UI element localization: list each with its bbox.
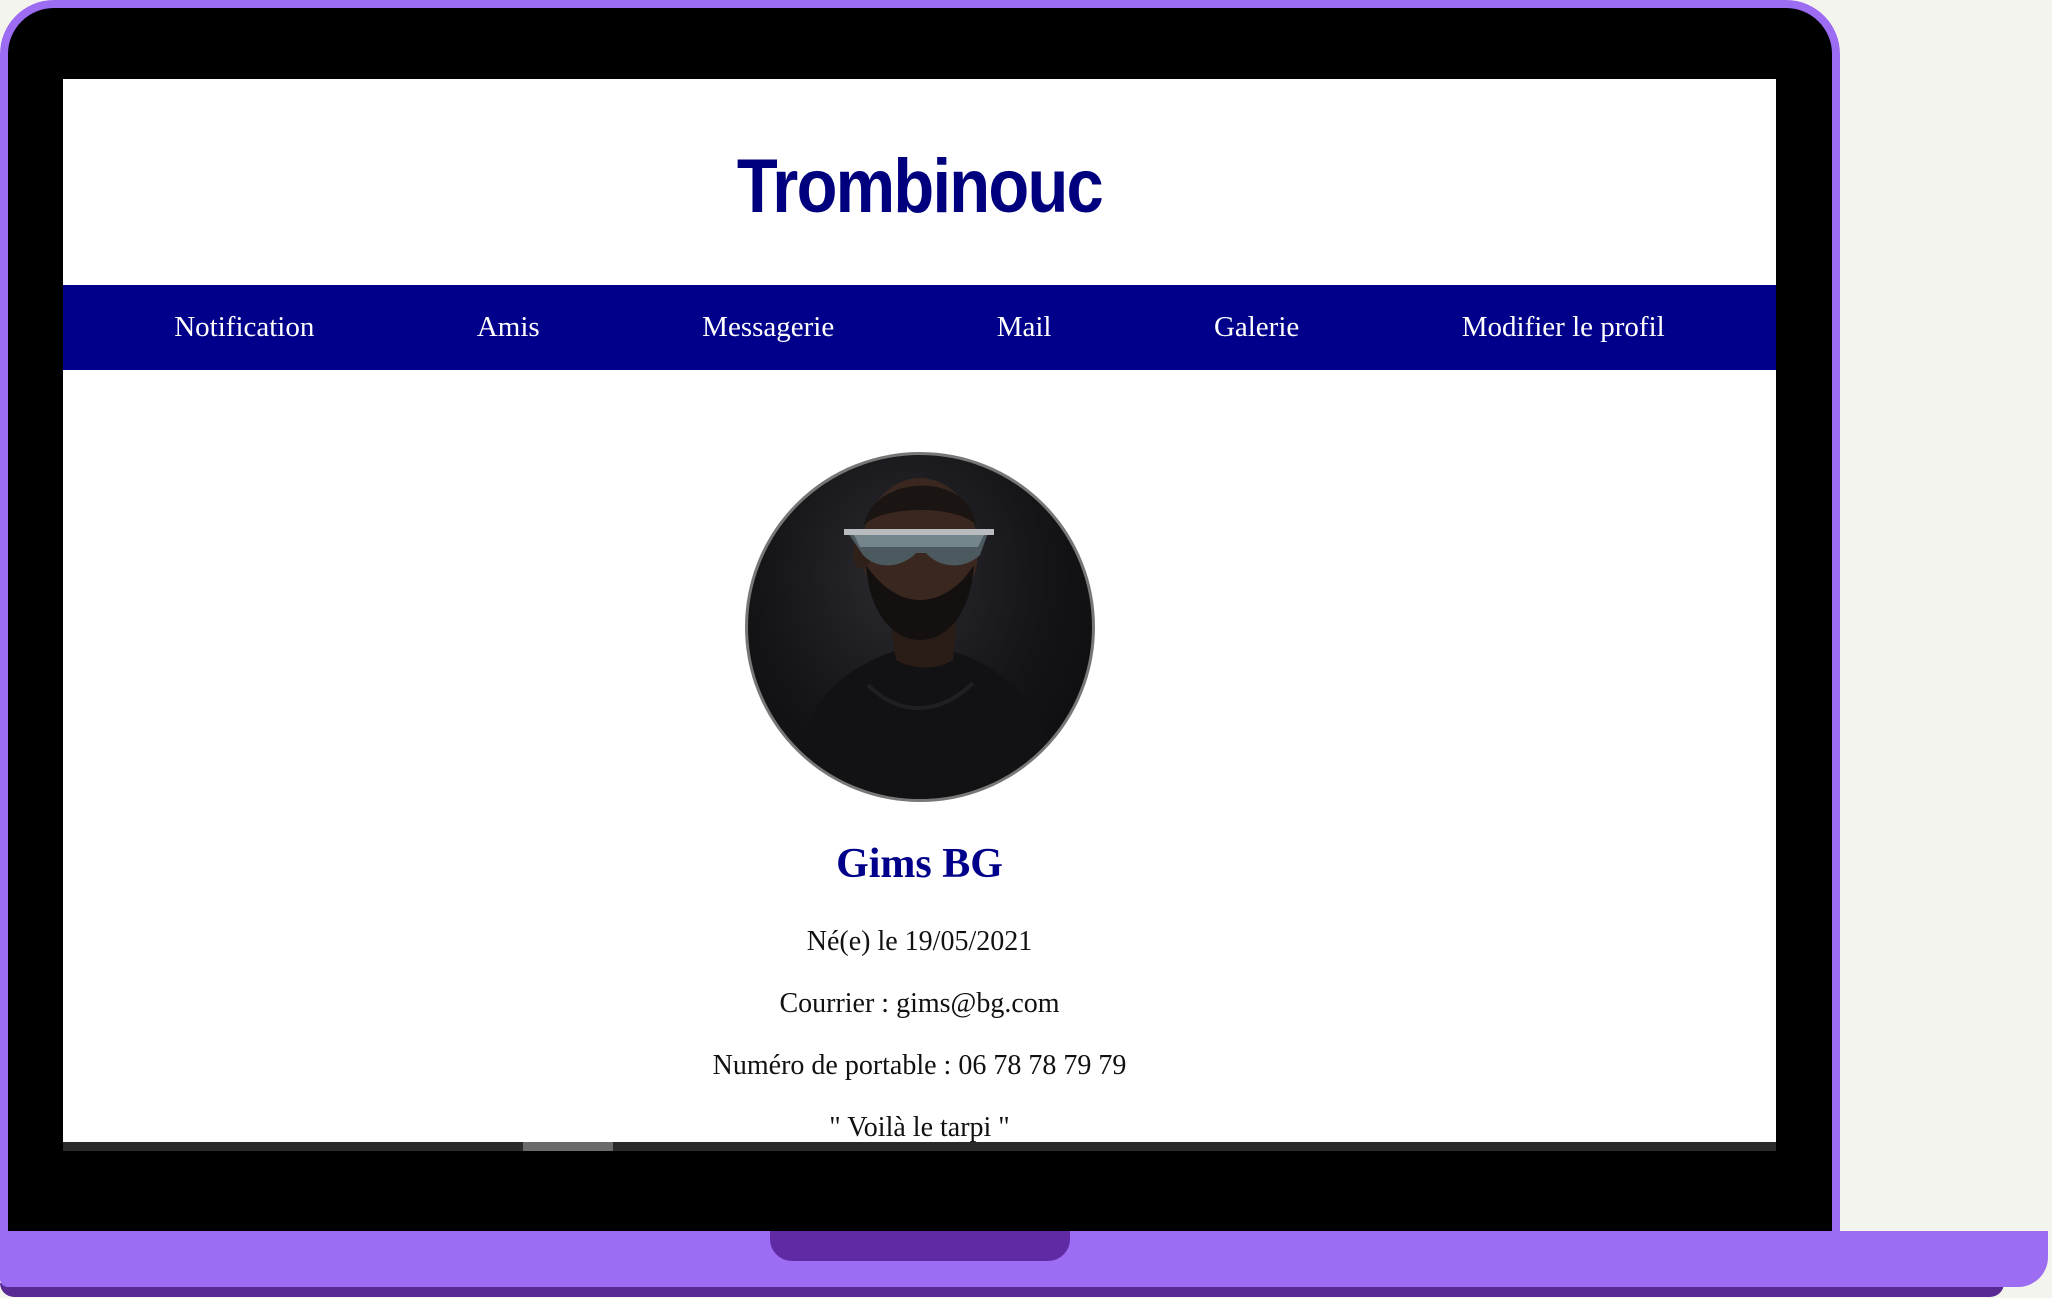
nav-item-mail[interactable]: Mail <box>997 311 1052 344</box>
profile-name: Gims BG <box>836 841 1003 887</box>
nav-item-amis[interactable]: Amis <box>477 311 540 344</box>
browser-viewport: Trombinouc Notification Amis Messagerie … <box>63 79 1776 1151</box>
profile-email: Courrier : gims@bg.com <box>779 988 1060 1019</box>
laptop-notch <box>770 1231 1070 1261</box>
scrollbar-thumb[interactable] <box>523 1142 613 1151</box>
main-nav: Notification Amis Messagerie Mail Galeri… <box>63 285 1776 370</box>
nav-item-galerie[interactable]: Galerie <box>1214 311 1299 344</box>
avatar <box>744 452 1095 802</box>
nav-item-modifier-profil[interactable]: Modifier le profil <box>1462 311 1665 344</box>
site-title: Trombinouc <box>736 143 1104 229</box>
device-mockup: Trombinouc Notification Amis Messagerie … <box>0 0 2052 1298</box>
avatar-portrait-image <box>787 478 1068 799</box>
profile-birthdate: Né(e) le 19/05/2021 <box>806 926 1033 957</box>
profile-quote: " Voilà le tarpi " <box>829 1112 1010 1143</box>
profile-phone: Numéro de portable : 06 78 78 79 79 <box>712 1050 1127 1081</box>
site-header: Trombinouc <box>63 79 1776 285</box>
nav-item-notification[interactable]: Notification <box>174 311 314 344</box>
nav-item-messagerie[interactable]: Messagerie <box>702 311 834 344</box>
horizontal-scrollbar[interactable] <box>63 1142 1776 1151</box>
profile-section: Gims BG Né(e) le 19/05/2021 Courrier : g… <box>63 370 1776 1142</box>
